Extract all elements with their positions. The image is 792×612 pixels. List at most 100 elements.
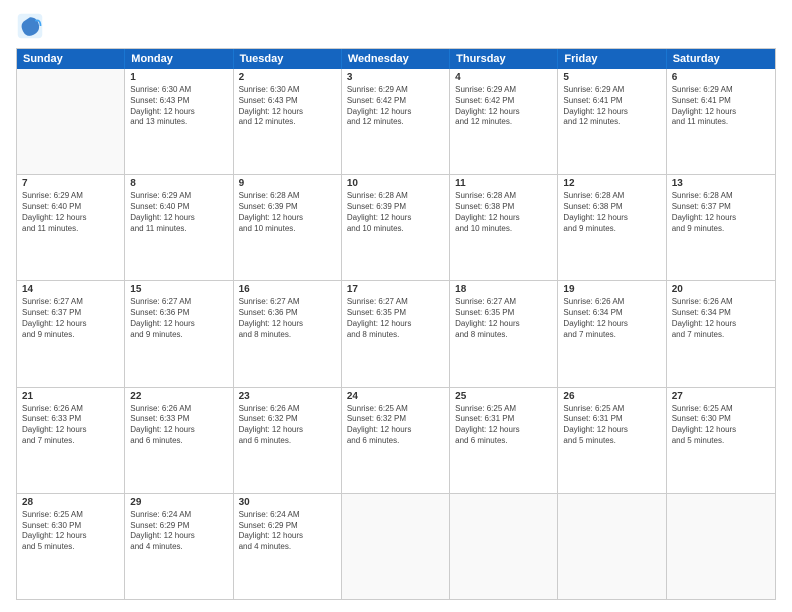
cell-info: Sunrise: 6:27 AM Sunset: 6:36 PM Dayligh…	[239, 297, 336, 340]
day-number: 26	[563, 391, 660, 402]
weekday-header: Saturday	[667, 49, 775, 69]
day-number: 3	[347, 72, 444, 83]
day-number: 22	[130, 391, 227, 402]
weekday-header: Monday	[125, 49, 233, 69]
cell-info: Sunrise: 6:26 AM Sunset: 6:34 PM Dayligh…	[672, 297, 770, 340]
calendar-cell: 18 Sunrise: 6:27 AM Sunset: 6:35 PM Dayli…	[450, 281, 558, 386]
calendar-cell: 13 Sunrise: 6:28 AM Sunset: 6:37 PM Dayli…	[667, 175, 775, 280]
day-number: 8	[130, 178, 227, 189]
calendar-cell: 22 Sunrise: 6:26 AM Sunset: 6:33 PM Dayli…	[125, 388, 233, 493]
calendar-cell: 9Sunrise: 6:28 AM Sunset: 6:39 PM Daylig…	[234, 175, 342, 280]
day-number: 28	[22, 497, 119, 508]
calendar-cell: 5 Sunrise: 6:29 AM Sunset: 6:41 PM Daylig…	[558, 69, 666, 174]
day-number: 13	[672, 178, 770, 189]
day-number: 7	[22, 178, 119, 189]
day-number: 20	[672, 284, 770, 295]
calendar-cell: 29 Sunrise: 6:24 AM Sunset: 6:29 PM Dayli…	[125, 494, 233, 599]
logo-icon	[16, 12, 44, 40]
day-number: 27	[672, 391, 770, 402]
cell-info: Sunrise: 6:25 AM Sunset: 6:31 PM Dayligh…	[563, 404, 660, 447]
day-number: 30	[239, 497, 336, 508]
calendar-cell: 15 Sunrise: 6:27 AM Sunset: 6:36 PM Dayli…	[125, 281, 233, 386]
calendar-cell: 24 Sunrise: 6:25 AM Sunset: 6:32 PM Dayli…	[342, 388, 450, 493]
day-number: 24	[347, 391, 444, 402]
calendar-cell: 7 Sunrise: 6:29 AM Sunset: 6:40 PM Daylig…	[17, 175, 125, 280]
calendar-body: 1Sunrise: 6:30 AM Sunset: 6:43 PM Daylig…	[17, 69, 775, 599]
cell-info: Sunrise: 6:29 AM Sunset: 6:41 PM Dayligh…	[563, 85, 660, 128]
cell-info: Sunrise: 6:27 AM Sunset: 6:36 PM Dayligh…	[130, 297, 227, 340]
calendar-cell: 3 Sunrise: 6:29 AM Sunset: 6:42 PM Daylig…	[342, 69, 450, 174]
day-number: 14	[22, 284, 119, 295]
day-number: 6	[672, 72, 770, 83]
calendar-cell: 20 Sunrise: 6:26 AM Sunset: 6:34 PM Dayli…	[667, 281, 775, 386]
cell-info: Sunrise: 6:26 AM Sunset: 6:33 PM Dayligh…	[22, 404, 119, 447]
day-number: 19	[563, 284, 660, 295]
cell-info: Sunrise: 6:25 AM Sunset: 6:32 PM Dayligh…	[347, 404, 444, 447]
day-number: 16	[239, 284, 336, 295]
cell-info: Sunrise: 6:28 AM Sunset: 6:39 PM Dayligh…	[239, 191, 336, 234]
calendar-cell	[558, 494, 666, 599]
calendar-header: SundayMondayTuesdayWednesdayThursdayFrid…	[17, 49, 775, 69]
cell-info: Sunrise: 6:25 AM Sunset: 6:30 PM Dayligh…	[22, 510, 119, 553]
cell-info: Sunrise: 6:26 AM Sunset: 6:32 PM Dayligh…	[239, 404, 336, 447]
calendar-row: 7 Sunrise: 6:29 AM Sunset: 6:40 PM Daylig…	[17, 174, 775, 280]
cell-info: Sunrise: 6:28 AM Sunset: 6:38 PM Dayligh…	[563, 191, 660, 234]
cell-info: Sunrise: 6:28 AM Sunset: 6:37 PM Dayligh…	[672, 191, 770, 234]
day-number: 21	[22, 391, 119, 402]
calendar-cell	[450, 494, 558, 599]
calendar-cell: 12 Sunrise: 6:28 AM Sunset: 6:38 PM Dayli…	[558, 175, 666, 280]
calendar-cell: 6 Sunrise: 6:29 AM Sunset: 6:41 PM Daylig…	[667, 69, 775, 174]
day-number: 10	[347, 178, 444, 189]
cell-info: Sunrise: 6:28 AM Sunset: 6:39 PM Dayligh…	[347, 191, 444, 234]
calendar-cell: 30Sunrise: 6:24 AM Sunset: 6:29 PM Dayli…	[234, 494, 342, 599]
day-number: 11	[455, 178, 552, 189]
cell-info: Sunrise: 6:29 AM Sunset: 6:40 PM Dayligh…	[130, 191, 227, 234]
calendar-cell: 1Sunrise: 6:30 AM Sunset: 6:43 PM Daylig…	[125, 69, 233, 174]
cell-info: Sunrise: 6:27 AM Sunset: 6:35 PM Dayligh…	[455, 297, 552, 340]
calendar-cell: 16 Sunrise: 6:27 AM Sunset: 6:36 PM Dayli…	[234, 281, 342, 386]
weekday-header: Tuesday	[234, 49, 342, 69]
cell-info: Sunrise: 6:27 AM Sunset: 6:35 PM Dayligh…	[347, 297, 444, 340]
cell-info: Sunrise: 6:29 AM Sunset: 6:40 PM Dayligh…	[22, 191, 119, 234]
day-number: 25	[455, 391, 552, 402]
cell-info: Sunrise: 6:30 AM Sunset: 6:43 PM Dayligh…	[239, 85, 336, 128]
calendar-row: 14 Sunrise: 6:27 AM Sunset: 6:37 PM Dayli…	[17, 280, 775, 386]
calendar-row: 1Sunrise: 6:30 AM Sunset: 6:43 PM Daylig…	[17, 69, 775, 174]
day-number: 2	[239, 72, 336, 83]
calendar-cell: 2 Sunrise: 6:30 AM Sunset: 6:43 PM Daylig…	[234, 69, 342, 174]
calendar-cell: 28 Sunrise: 6:25 AM Sunset: 6:30 PM Dayli…	[17, 494, 125, 599]
cell-info: Sunrise: 6:24 AM Sunset: 6:29 PM Dayligh…	[130, 510, 227, 553]
day-number: 18	[455, 284, 552, 295]
cell-info: Sunrise: 6:25 AM Sunset: 6:31 PM Dayligh…	[455, 404, 552, 447]
day-number: 15	[130, 284, 227, 295]
weekday-header: Wednesday	[342, 49, 450, 69]
day-number: 17	[347, 284, 444, 295]
day-number: 12	[563, 178, 660, 189]
calendar: SundayMondayTuesdayWednesdayThursdayFrid…	[16, 48, 776, 600]
calendar-cell: 25 Sunrise: 6:25 AM Sunset: 6:31 PM Dayli…	[450, 388, 558, 493]
calendar-cell: 14 Sunrise: 6:27 AM Sunset: 6:37 PM Dayli…	[17, 281, 125, 386]
page: SundayMondayTuesdayWednesdayThursdayFrid…	[0, 0, 792, 612]
cell-info: Sunrise: 6:29 AM Sunset: 6:42 PM Dayligh…	[455, 85, 552, 128]
cell-info: Sunrise: 6:27 AM Sunset: 6:37 PM Dayligh…	[22, 297, 119, 340]
calendar-cell: 23 Sunrise: 6:26 AM Sunset: 6:32 PM Dayli…	[234, 388, 342, 493]
weekday-header: Sunday	[17, 49, 125, 69]
logo	[16, 12, 48, 40]
calendar-cell: 4 Sunrise: 6:29 AM Sunset: 6:42 PM Daylig…	[450, 69, 558, 174]
cell-info: Sunrise: 6:29 AM Sunset: 6:41 PM Dayligh…	[672, 85, 770, 128]
calendar-row: 28 Sunrise: 6:25 AM Sunset: 6:30 PM Dayli…	[17, 493, 775, 599]
weekday-header: Friday	[558, 49, 666, 69]
calendar-cell: 11Sunrise: 6:28 AM Sunset: 6:38 PM Dayli…	[450, 175, 558, 280]
calendar-cell: 10 Sunrise: 6:28 AM Sunset: 6:39 PM Dayli…	[342, 175, 450, 280]
calendar-cell: 21 Sunrise: 6:26 AM Sunset: 6:33 PM Dayli…	[17, 388, 125, 493]
weekday-header: Thursday	[450, 49, 558, 69]
day-number: 23	[239, 391, 336, 402]
day-number: 4	[455, 72, 552, 83]
cell-info: Sunrise: 6:26 AM Sunset: 6:33 PM Dayligh…	[130, 404, 227, 447]
header	[16, 12, 776, 40]
cell-info: Sunrise: 6:29 AM Sunset: 6:42 PM Dayligh…	[347, 85, 444, 128]
day-number: 29	[130, 497, 227, 508]
calendar-cell: 17 Sunrise: 6:27 AM Sunset: 6:35 PM Dayli…	[342, 281, 450, 386]
calendar-cell: 27Sunrise: 6:25 AM Sunset: 6:30 PM Dayli…	[667, 388, 775, 493]
day-number: 5	[563, 72, 660, 83]
